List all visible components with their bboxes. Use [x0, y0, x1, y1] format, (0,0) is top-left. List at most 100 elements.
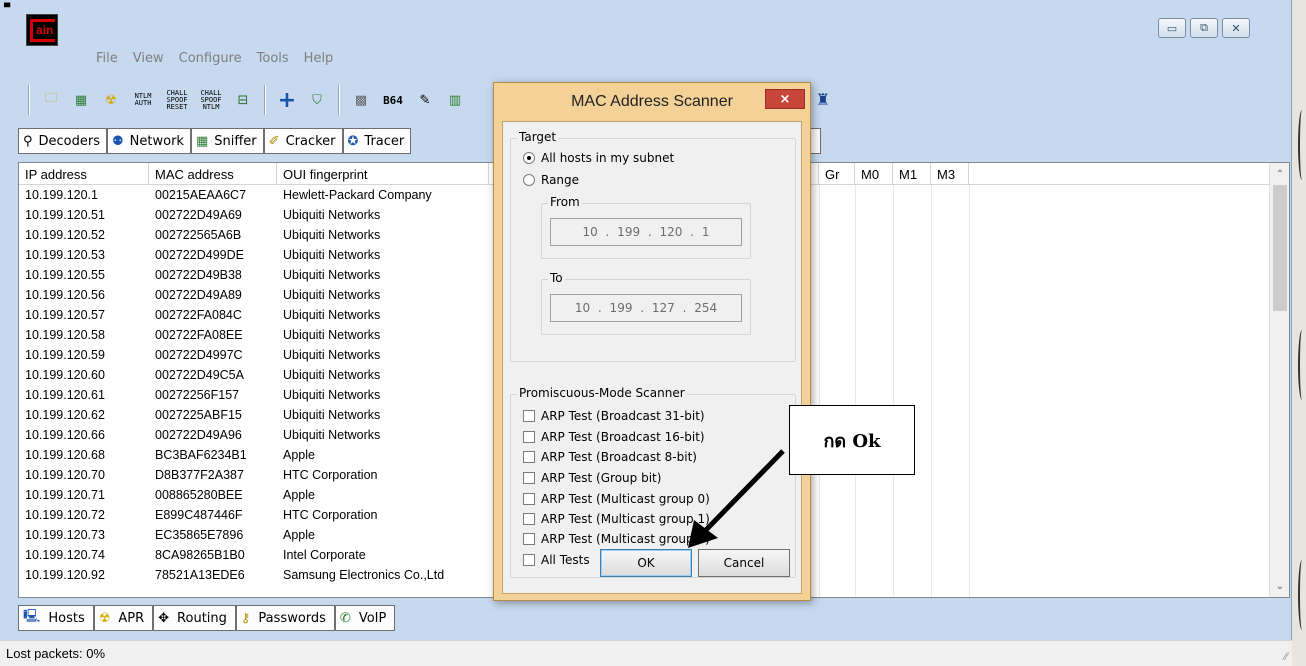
- host-oui: Ubiquiti Networks: [283, 348, 381, 362]
- restore-button[interactable]: ⧉: [1190, 18, 1218, 38]
- tab-apr[interactable]: ☢ APR: [93, 605, 154, 631]
- menu-view[interactable]: View: [133, 51, 164, 66]
- add-icon[interactable]: +: [276, 88, 298, 113]
- menu-file[interactable]: File: [96, 51, 118, 66]
- tab-passwords[interactable]: ⚷ Passwords: [235, 605, 335, 631]
- folder-icon[interactable]: 🗀: [40, 89, 62, 111]
- annotation-arrow: [688, 449, 785, 548]
- checkbox[interactable]: [523, 493, 535, 505]
- shield-icon[interactable]: ⛉: [306, 89, 328, 111]
- network-card-icon[interactable]: ▦: [70, 89, 92, 111]
- to-ip-field[interactable]: 10 . 199 . 127 . 254: [550, 294, 742, 322]
- scan-icon[interactable]: ▩: [350, 89, 372, 111]
- table-row[interactable]: 10.199.120.70 D8B377F2A387 HTC Corporation: [19, 465, 489, 485]
- resize-grip-icon[interactable]: ⁄⁄: [1284, 651, 1288, 663]
- minimize-button[interactable]: ▭: [1158, 18, 1186, 38]
- table-row[interactable]: 10.199.120.71 008865280BEE Apple: [19, 485, 489, 505]
- col-mac[interactable]: MAC address: [149, 163, 277, 185]
- tab-cracker[interactable]: ✐ Cracker: [263, 128, 343, 154]
- tab-routing[interactable]: ✥ Routing: [153, 605, 236, 631]
- to-label: To: [548, 271, 565, 285]
- table-row[interactable]: 10.199.120.61 00272256F157 Ubiquiti Networ…: [19, 385, 489, 405]
- col-m0[interactable]: M0: [855, 163, 893, 185]
- test-broadcast-8[interactable]: ARP Test (Broadcast 8-bit): [523, 450, 697, 464]
- test-group-bit[interactable]: ARP Test (Group bit): [523, 471, 661, 485]
- hazard-icon[interactable]: ☢: [100, 89, 122, 111]
- table-row[interactable]: 10.199.120.62 0027225ABF15 Ubiquiti Networ…: [19, 405, 489, 425]
- close-window-button[interactable]: ✕: [1222, 18, 1250, 38]
- window-controls: ▭ ⧉ ✕: [1158, 18, 1250, 38]
- checkbox[interactable]: [523, 472, 535, 484]
- dialog-title: MAC Address Scanner: [571, 93, 733, 110]
- tab-decoders[interactable]: ⚲ Decoders: [18, 128, 108, 154]
- host-ip: 10.199.120.61: [25, 388, 105, 402]
- col-ip[interactable]: IP address: [19, 163, 149, 185]
- test-all[interactable]: All Tests: [523, 553, 590, 567]
- col-filler: [969, 163, 1269, 185]
- certificate-icon[interactable]: ⊟: [232, 89, 254, 111]
- tab-voip[interactable]: ✆ VoIP: [334, 605, 396, 631]
- table-row[interactable]: 10.199.120.55 002722D49B38 Ubiquiti Networ…: [19, 265, 489, 285]
- test-broadcast-31[interactable]: ARP Test (Broadcast 31-bit): [523, 409, 705, 423]
- col-m3[interactable]: M3: [931, 163, 969, 185]
- chall-spoof-ntlm-icon[interactable]: CHALL SPOOF NTLM: [198, 89, 224, 111]
- all-hosts-radio[interactable]: [523, 152, 535, 164]
- table-row[interactable]: 10.199.120.66 002722D49A96 Ubiquiti Networ…: [19, 425, 489, 445]
- table-row[interactable]: 10.199.120.60 002722D49C5A Ubiquiti Networ…: [19, 365, 489, 385]
- vertical-scrollbar[interactable]: ⌃ ⌄: [1269, 163, 1289, 597]
- col-m1[interactable]: M1: [893, 163, 931, 185]
- tab-sniffer[interactable]: ▦ Sniffer: [190, 128, 264, 154]
- col-oui[interactable]: OUI fingerprint: [277, 163, 489, 185]
- background-edge: [1292, 0, 1306, 666]
- tab-hosts[interactable]: 🖳 Hosts: [18, 605, 94, 631]
- dialog-close-button[interactable]: ×: [765, 89, 805, 109]
- hash-icon[interactable]: ✎: [414, 89, 436, 111]
- from-ip-field[interactable]: 10 . 199 . 120 . 1: [550, 218, 742, 246]
- host-mac: EC35865E7896: [155, 528, 244, 542]
- host-oui: HTC Corporation: [283, 508, 378, 522]
- menu-configure[interactable]: Configure: [179, 51, 242, 66]
- scroll-down-icon[interactable]: ⌄: [1270, 577, 1289, 595]
- table-row[interactable]: 10.199.120.1 00215AEAA6C7 Hewlett-Packard …: [19, 185, 489, 205]
- checkbox[interactable]: [523, 554, 535, 566]
- table-row[interactable]: 10.199.120.57 002722FA084C Ubiquiti Networ…: [19, 305, 489, 325]
- col-gr[interactable]: Gr: [819, 163, 855, 185]
- checkbox[interactable]: [523, 451, 535, 463]
- checkbox[interactable]: [523, 533, 535, 545]
- tab-traceroute[interactable]: ✪ Tracer: [342, 128, 412, 154]
- table-row[interactable]: 10.199.120.73 EC35865E7896 Apple: [19, 525, 489, 545]
- menu-tools[interactable]: Tools: [257, 51, 289, 66]
- table-row[interactable]: 10.199.120.72 E899C487446F HTC Corporation: [19, 505, 489, 525]
- table-row[interactable]: 10.199.120.52 002722565A6B Ubiquiti Networ…: [19, 225, 489, 245]
- scroll-thumb[interactable]: [1273, 185, 1287, 311]
- range-radio[interactable]: [523, 174, 535, 186]
- tab-network[interactable]: ⚉ Network: [107, 128, 191, 154]
- person-icon[interactable]: ♜: [812, 88, 834, 110]
- table-row[interactable]: 10.199.120.51 002722D49A69 Ubiquiti Networ…: [19, 205, 489, 225]
- ntlm-auth-icon[interactable]: NTLM AUTH: [130, 89, 156, 111]
- table-row[interactable]: 10.199.120.92 78521A13EDE6 Samsung Electro…: [19, 565, 489, 585]
- checkbox[interactable]: [523, 431, 535, 443]
- chall-spoof-reset-icon[interactable]: CHALL SPOOF RESET: [164, 89, 190, 111]
- scroll-up-icon[interactable]: ⌃: [1270, 165, 1289, 183]
- host-oui: Ubiquiti Networks: [283, 388, 381, 402]
- host-oui: Ubiquiti Networks: [283, 368, 381, 382]
- table-row[interactable]: 10.199.120.58 002722FA08EE Ubiquiti Networ…: [19, 325, 489, 345]
- table-row[interactable]: 10.199.120.59 002722D4997C Ubiquiti Networ…: [19, 345, 489, 365]
- host-ip: 10.199.120.57: [25, 308, 105, 322]
- menu-help[interactable]: Help: [304, 51, 334, 66]
- table-row[interactable]: 10.199.120.68 BC3BAF6234B1 Apple: [19, 445, 489, 465]
- checkbox[interactable]: [523, 513, 535, 525]
- chart-icon[interactable]: ▥: [444, 89, 466, 111]
- system-menu-icon[interactable]: ▀: [4, 4, 10, 12]
- table-row[interactable]: 10.199.120.56 002722D49A89 Ubiquiti Networ…: [19, 285, 489, 305]
- table-row[interactable]: 10.199.120.74 8CA98265B1B0 Intel Corporate: [19, 545, 489, 565]
- ok-button[interactable]: OK: [600, 549, 692, 577]
- host-oui: Samsung Electronics Co.,Ltd: [283, 568, 445, 582]
- all-hosts-option[interactable]: All hosts in my subnet: [523, 151, 674, 165]
- test-broadcast-16[interactable]: ARP Test (Broadcast 16-bit): [523, 430, 705, 444]
- checkbox[interactable]: [523, 410, 535, 422]
- table-row[interactable]: 10.199.120.53 002722D499DE Ubiquiti Networ…: [19, 245, 489, 265]
- base64-icon[interactable]: B64: [380, 89, 406, 111]
- range-option[interactable]: Range: [523, 173, 579, 187]
